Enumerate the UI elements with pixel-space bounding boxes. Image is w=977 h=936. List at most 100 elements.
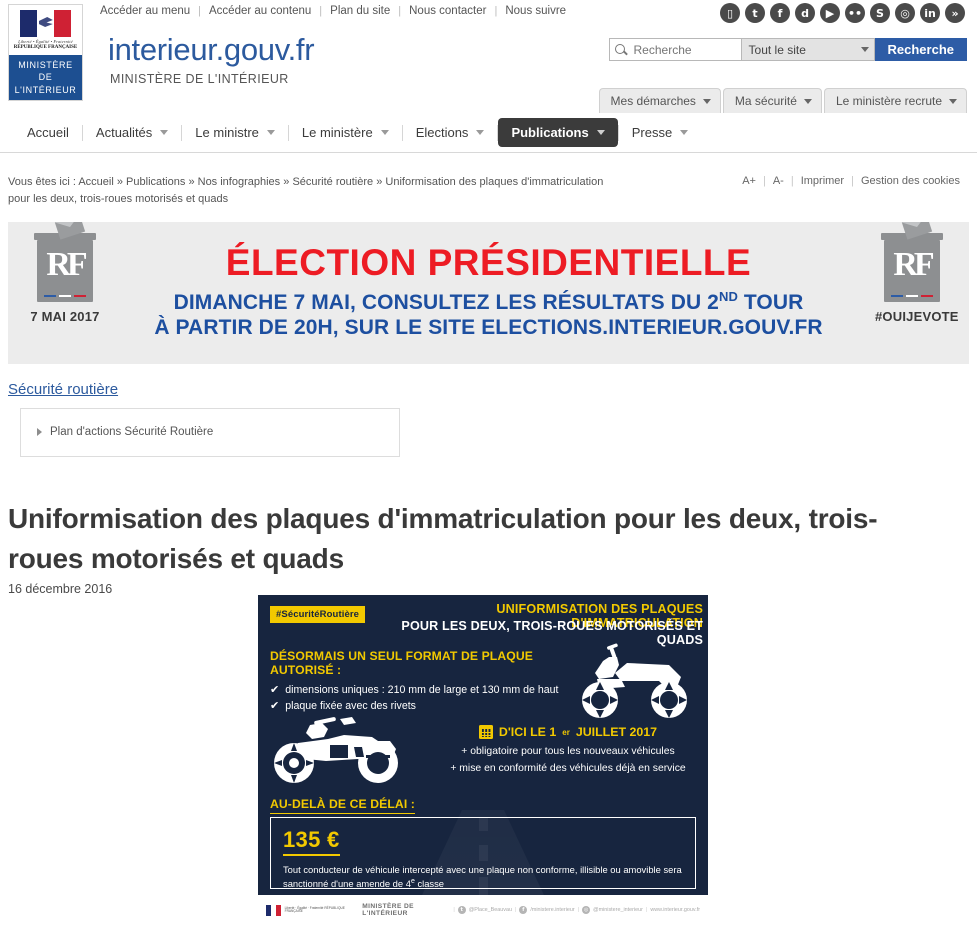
- logo-ministere-block: MINISTÈRE DE L'INTÉRIEUR: [9, 55, 82, 100]
- dailymotion-icon[interactable]: d: [795, 3, 815, 23]
- tab-le-ministere-recrute[interactable]: Le ministère recrute: [823, 88, 967, 113]
- infographic-deadline: D'ICI LE 1 er JUILLET 2017: [438, 725, 698, 739]
- fine-text-b: classe: [414, 878, 445, 890]
- nav-label: Elections: [415, 125, 469, 140]
- chevron-down-icon: [596, 130, 605, 135]
- motorcycle-icon: [274, 717, 398, 783]
- banner-text-block: ÉLECTION PRÉSIDENTIELLE DIMANCHE 7 MAI, …: [148, 243, 829, 341]
- flickr-icon[interactable]: ••: [845, 3, 865, 23]
- breadcrumb-item-securite-routiere[interactable]: Sécurité routière: [292, 176, 373, 188]
- search-scope-select[interactable]: Tout le site: [741, 38, 875, 61]
- site-title[interactable]: interieur.gouv.fr: [108, 32, 315, 68]
- nav-label: Publications: [511, 125, 589, 140]
- infographic-bullet: ✔ dimensions uniques : 210 mm de large e…: [270, 684, 570, 696]
- tab-ma-securite[interactable]: Ma sécurité: [722, 88, 822, 113]
- nav-label: Le ministre: [195, 125, 259, 140]
- nav-label: Actualités: [95, 125, 153, 140]
- nav-item-elections[interactable]: Elections: [403, 118, 498, 147]
- infographic-header: #SécuritéRoutière UNIFORMISATION DES PLA…: [258, 595, 708, 647]
- breadcrumb-prefix: Vous êtes ici :: [8, 176, 76, 188]
- breadcrumb-item-nos-infographies[interactable]: Nos infographies: [198, 176, 281, 188]
- infographic-section1-title: DÉSORMAIS UN SEUL FORMAT DE PLAQUE AUTOR…: [270, 649, 533, 677]
- utility-link-contenu[interactable]: Accéder au contenu: [201, 5, 319, 17]
- deadline-prefix: D'ICI LE 1: [498, 725, 557, 739]
- nav-item-le-ministere[interactable]: Le ministère: [289, 118, 402, 147]
- chevron-down-icon: [266, 130, 275, 135]
- search-input-wrapper[interactable]: [608, 38, 742, 61]
- marianne-logo: Liberté • Égalité • Fraternité RÉPUBLIQU…: [9, 5, 82, 55]
- utility-link-nous-suivre[interactable]: Nous suivre: [497, 5, 574, 17]
- chevron-down-icon: [476, 130, 485, 135]
- page-root: Accéder au menu | Accéder au contenu | P…: [0, 0, 977, 936]
- mobile-icon[interactable]: ▯: [720, 3, 740, 23]
- nav-item-accueil[interactable]: Accueil: [14, 118, 82, 147]
- twitter-icon[interactable]: t: [745, 3, 765, 23]
- facebook-icon[interactable]: f: [770, 3, 790, 23]
- utility-link-nous-contacter[interactable]: Nous contacter: [401, 5, 494, 17]
- breadcrumb-item-publications[interactable]: Publications: [126, 176, 185, 188]
- rss-icon[interactable]: »: [945, 3, 965, 23]
- cookie-settings-button[interactable]: Gestion des cookies: [854, 175, 967, 187]
- chevron-down-icon: [680, 130, 689, 135]
- check-icon: ✔: [270, 699, 280, 712]
- twitter-handle: @Place_Beauvau: [468, 907, 512, 913]
- nav-item-actualites[interactable]: Actualités: [83, 118, 181, 147]
- search-submit-button[interactable]: Recherche: [874, 38, 967, 61]
- search-scope-value: Tout le site: [748, 42, 806, 57]
- scoopit-icon[interactable]: S: [870, 3, 890, 23]
- social-icons-bar: ▯ t f d ▶ •• S ◎ in »: [720, 3, 965, 23]
- linkedin-icon[interactable]: in: [920, 3, 940, 23]
- chevron-down-icon: [380, 130, 389, 135]
- banner-subtitle-line2: À PARTIR DE 20H, SUR LE SITE ELECTIONS.I…: [154, 316, 823, 340]
- fine-amount: 135 €: [283, 827, 340, 856]
- footer-website: www.interieur.gouv.fr: [650, 907, 700, 913]
- tab-mes-demarches[interactable]: Mes démarches: [598, 88, 721, 113]
- youtube-icon[interactable]: ▶: [820, 3, 840, 23]
- infographic-hashtag-badge: #SécuritéRoutière: [270, 606, 366, 623]
- logo-ministere-line1: MINISTÈRE: [18, 60, 73, 71]
- increase-font-button[interactable]: A+: [735, 175, 763, 187]
- ballot-box-shape: RF: [881, 222, 943, 302]
- nav-item-le-ministre[interactable]: Le ministre: [182, 118, 288, 147]
- print-button[interactable]: Imprimer: [794, 175, 851, 187]
- breadcrumb-item-accueil[interactable]: Accueil: [78, 176, 113, 188]
- rf-monogram: RF: [893, 246, 934, 283]
- infographic-image[interactable]: #SécuritéRoutière UNIFORMISATION DES PLA…: [258, 595, 708, 925]
- breadcrumb-separator: »: [376, 176, 383, 188]
- ballot-box-icon-right: RF #OUIJEVOTE: [875, 222, 958, 324]
- banner-left-caption: 7 MAI 2017: [30, 309, 100, 324]
- french-flag-icon: [266, 904, 281, 916]
- footer-social-handles: | t @Place_Beauvau | f /ministere.interi…: [453, 906, 700, 914]
- logo-ministere-line3: L'INTÉRIEUR: [14, 84, 77, 95]
- ministry-logo[interactable]: Liberté • Égalité • Fraternité RÉPUBLIQU…: [8, 4, 83, 101]
- instagram-icon[interactable]: ◎: [895, 3, 915, 23]
- facebook-handle: /ministere.interieur: [530, 907, 575, 913]
- infographic-bullet: ✔ plaque fixée avec des rivets: [270, 700, 570, 712]
- search-input[interactable]: [631, 41, 741, 58]
- subnav-item-plan-actions[interactable]: Plan d'actions Sécurité Routière: [37, 425, 213, 441]
- page-title: Uniformisation des plaques d'immatricula…: [8, 502, 878, 574]
- main-navigation: Accueil Actualités Le ministre Le minist…: [0, 113, 977, 153]
- decrease-font-button[interactable]: A-: [766, 175, 791, 187]
- scooter-icon: [582, 643, 687, 718]
- twitter-icon: t: [457, 906, 466, 914]
- nav-item-presse[interactable]: Presse: [619, 118, 701, 147]
- nav-item-publications[interactable]: Publications: [498, 118, 618, 147]
- chevron-down-icon: [702, 98, 711, 104]
- tab-label: Ma sécurité: [734, 94, 797, 108]
- banner-subtitle: DIMANCHE 7 MAI, CONSULTEZ LES RÉSULTATS …: [148, 289, 829, 341]
- fine-text-a: Tout conducteur de véhicule intercepté a…: [283, 864, 682, 890]
- utility-link-plan-du-site[interactable]: Plan du site: [322, 5, 398, 17]
- article-date: 16 décembre 2016: [8, 582, 113, 596]
- search-bar: Tout le site Recherche: [608, 38, 967, 61]
- tricolor-stripes: [44, 294, 86, 297]
- infographic-section2-title: AU-DELÀ DE CE DÉLAI :: [270, 797, 415, 814]
- election-banner[interactable]: RF 7 MAI 2017 ÉLECTION PRÉSIDENTIELLE DI…: [8, 222, 969, 364]
- logo-ministere-line2: DE: [38, 72, 53, 83]
- rf-monogram: RF: [46, 246, 87, 283]
- chevron-down-icon: [860, 47, 869, 52]
- bullet-label: dimensions uniques : 210 mm de large et …: [285, 684, 559, 696]
- section-link-securite-routiere[interactable]: Sécurité routière: [8, 381, 118, 398]
- infographic-section-format: DÉSORMAIS UN SEUL FORMAT DE PLAQUE AUTOR…: [270, 649, 570, 716]
- utility-link-menu[interactable]: Accéder au menu: [100, 5, 198, 17]
